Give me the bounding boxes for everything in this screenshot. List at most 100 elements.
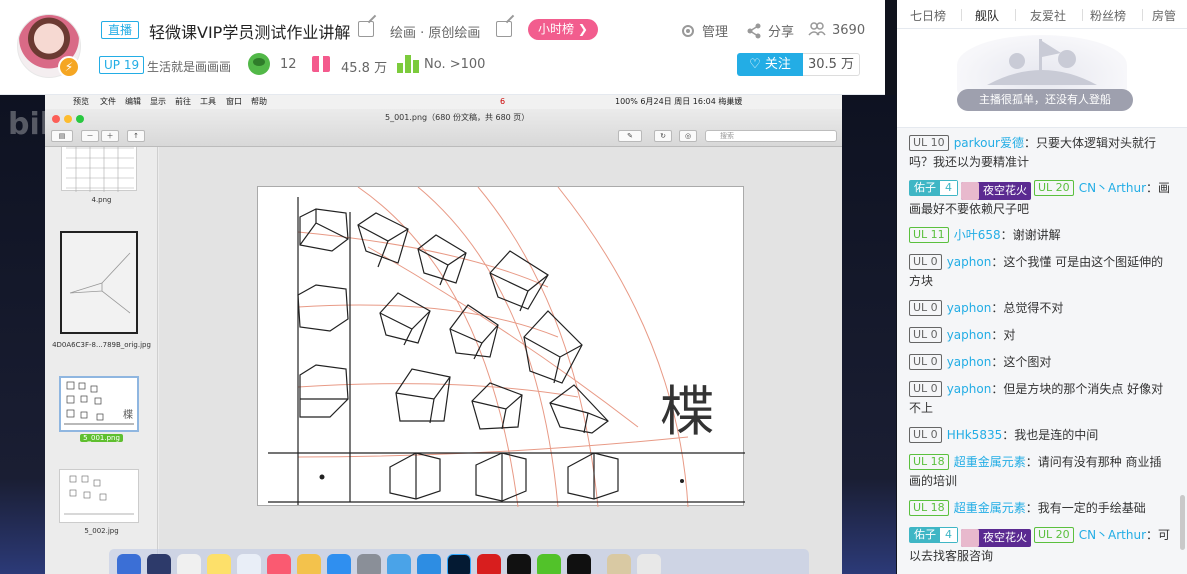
netease-music-icon — [477, 554, 501, 574]
reminders-icon — [237, 554, 261, 574]
tab-fans[interactable]: 粉丝榜 — [1090, 7, 1126, 24]
viewer-count: 3690 — [808, 21, 865, 38]
share-sheet-icon: ↑ — [127, 130, 145, 142]
chat-username[interactable]: 小叶658 — [954, 228, 1001, 242]
menu-go: 前往 — [175, 97, 191, 106]
zoom-in-icon: ＋ — [101, 130, 119, 142]
zoom-out-icon: － — [81, 130, 99, 142]
live-tag: 直播 — [101, 21, 140, 39]
chat-username[interactable]: yaphon — [947, 255, 992, 269]
user-level-badge: UL 11 — [909, 227, 949, 243]
edit-area-icon[interactable] — [496, 21, 512, 37]
hour-rank-button[interactable]: 小时榜 ❯ — [528, 19, 598, 40]
chat-message: UL 10 parkour爱德：只要大体逻辑对头就行吗？我还以为要精准计 — [909, 134, 1171, 172]
guard-count: 12 — [280, 57, 297, 72]
up-name[interactable]: 生活就是画画画 — [147, 58, 231, 75]
mac-dock — [109, 549, 809, 574]
chat-username[interactable]: yaphon — [947, 382, 992, 396]
tab-divider — [1142, 9, 1143, 21]
tab-fleet[interactable]: 舰队 — [975, 7, 999, 24]
menu-tools: 工具 — [200, 97, 216, 106]
chat-username[interactable]: CN丶Arthur — [1079, 528, 1146, 542]
obs-icon — [567, 554, 591, 574]
people-icon — [808, 22, 826, 36]
rotate-icon: ↻ — [654, 130, 672, 142]
close-window-icon — [52, 115, 60, 123]
user-level-badge: UL 0 — [909, 254, 942, 270]
window-title: 5_001.png（680 份文稿，共 680 页） — [385, 113, 530, 122]
chat-username[interactable]: parkour爱德 — [954, 136, 1024, 150]
tab-fan-club[interactable]: 友爱社 — [1030, 7, 1066, 24]
rank-bars-icon — [397, 55, 419, 73]
chat-username[interactable]: 超重金属元素 — [954, 501, 1026, 515]
guard-title-badge: 夜空花火 — [961, 529, 1031, 547]
menu-preview: 预览 — [73, 97, 89, 106]
menu-edit: 编辑 — [125, 97, 141, 106]
chat-text: ：总觉得不对 — [991, 301, 1064, 315]
chat-scrollbar[interactable] — [1180, 495, 1185, 550]
chat-username[interactable]: 超重金属元素 — [954, 455, 1026, 469]
user-level-badge: UL 0 — [909, 327, 942, 343]
up-level-badge: UP 19 — [99, 56, 145, 74]
share-label: 分享 — [768, 25, 795, 40]
status-clock: 100% 6月24日 周日 16:04 梅巢媛 — [615, 97, 743, 106]
thumb-label-2: 4D0A6C3F-8...789B_orig.jpg — [52, 341, 151, 349]
empty-fleet-note: 主播很孤单，还没有人登船 — [957, 89, 1133, 111]
rank-tabs: 七日榜 舰队 友爱社 粉丝榜 房管 — [897, 0, 1187, 29]
chat-username[interactable]: yaphon — [947, 328, 992, 342]
user-level-badge: UL 20 — [1034, 527, 1074, 543]
thumb-current: 楪 — [59, 376, 139, 432]
chat-message: UL 11 小叶658：谢谢讲解 — [909, 226, 1171, 245]
edit-title-icon[interactable] — [358, 21, 374, 37]
area-link[interactable]: 绘画 · 原创绘画 — [390, 22, 480, 41]
appstore-icon — [327, 554, 351, 574]
tab-divider — [961, 9, 962, 21]
thumb-label-1: 4.png — [91, 196, 112, 204]
chat-username[interactable]: yaphon — [947, 355, 992, 369]
chat-message: 佑子 4 夜空花火 UL 20 CN丶Arthur：画画最好不要依赖尺子吧 — [909, 179, 1171, 219]
fan-medal: 佑子 4 — [909, 527, 958, 543]
follow-label: 关注 — [764, 57, 791, 72]
wechat-icon — [537, 554, 561, 574]
user-level-badge: UL 18 — [909, 500, 949, 516]
lightning-badge-icon: ⚡ — [58, 56, 80, 78]
user-level-badge: UL 0 — [909, 427, 942, 443]
perspective-cubes-drawing — [268, 186, 745, 508]
screen-share: 预览 文件 编辑 显示 前往 工具 窗口 帮助 6 100% 6月24日 周日 … — [45, 95, 842, 574]
thumb-photo — [60, 231, 138, 334]
tab-admins[interactable]: 房管 — [1152, 7, 1176, 24]
tab-seven-day[interactable]: 七日榜 — [910, 7, 946, 24]
chat-username[interactable]: CN丶Arthur — [1079, 181, 1146, 195]
manage-label: 管理 — [702, 25, 729, 40]
chat-message: UL 18 超重金属元素：请问有没有那种 商业插画的培训 — [909, 453, 1171, 491]
chat-text: ：我也是连的中间 — [1002, 428, 1099, 442]
document-canvas: 楪 — [159, 147, 842, 574]
markup-icon: ✎ — [618, 130, 642, 142]
tab-divider — [1082, 9, 1083, 21]
chat-message: UL 0 HHk5835：我也是连的中间 — [909, 426, 1171, 445]
room-title: 轻微课VIP学员测试作业讲解 — [149, 23, 351, 42]
thumbnail-sidebar: 4.png 4D0A6C3F-8...789B_orig.jpg 楪 5_001… — [45, 147, 158, 574]
thumb-label-4: 5_002.jpg — [84, 527, 119, 535]
thumb-4-png — [61, 147, 137, 192]
chat-username[interactable]: yaphon — [947, 301, 992, 315]
share-button[interactable]: 分享 — [746, 21, 794, 40]
video-player[interactable]: bili 预览 文件 编辑 显示 前往 工具 窗口 帮助 6 100% 6月24… — [0, 95, 896, 574]
launchpad-icon — [147, 554, 171, 574]
chat-text: ：谢谢讲解 — [1000, 228, 1061, 242]
manage-button[interactable]: 管理 — [680, 21, 728, 40]
chat-username[interactable]: HHk5835 — [947, 428, 1003, 442]
chat-message: UL 0 yaphon：但是方块的那个消失点 好像对不上 — [909, 380, 1171, 418]
chat-text: ：这个图对 — [991, 355, 1052, 369]
safari-icon — [417, 554, 441, 574]
user-level-badge: UL 0 — [909, 381, 942, 397]
chat-message: UL 0 yaphon：对 — [909, 326, 1171, 345]
follow-button[interactable]: ♡ 关注 — [737, 53, 803, 76]
gift-count: 45.8 万 — [341, 61, 388, 76]
user-level-badge: UL 10 — [909, 135, 949, 151]
settings-icon — [357, 554, 381, 574]
user-level-badge: UL 18 — [909, 454, 949, 470]
zoom-window-icon — [76, 115, 84, 123]
chat-message: UL 0 yaphon：总觉得不对 — [909, 299, 1171, 318]
user-level-badge: UL 20 — [1034, 180, 1074, 196]
